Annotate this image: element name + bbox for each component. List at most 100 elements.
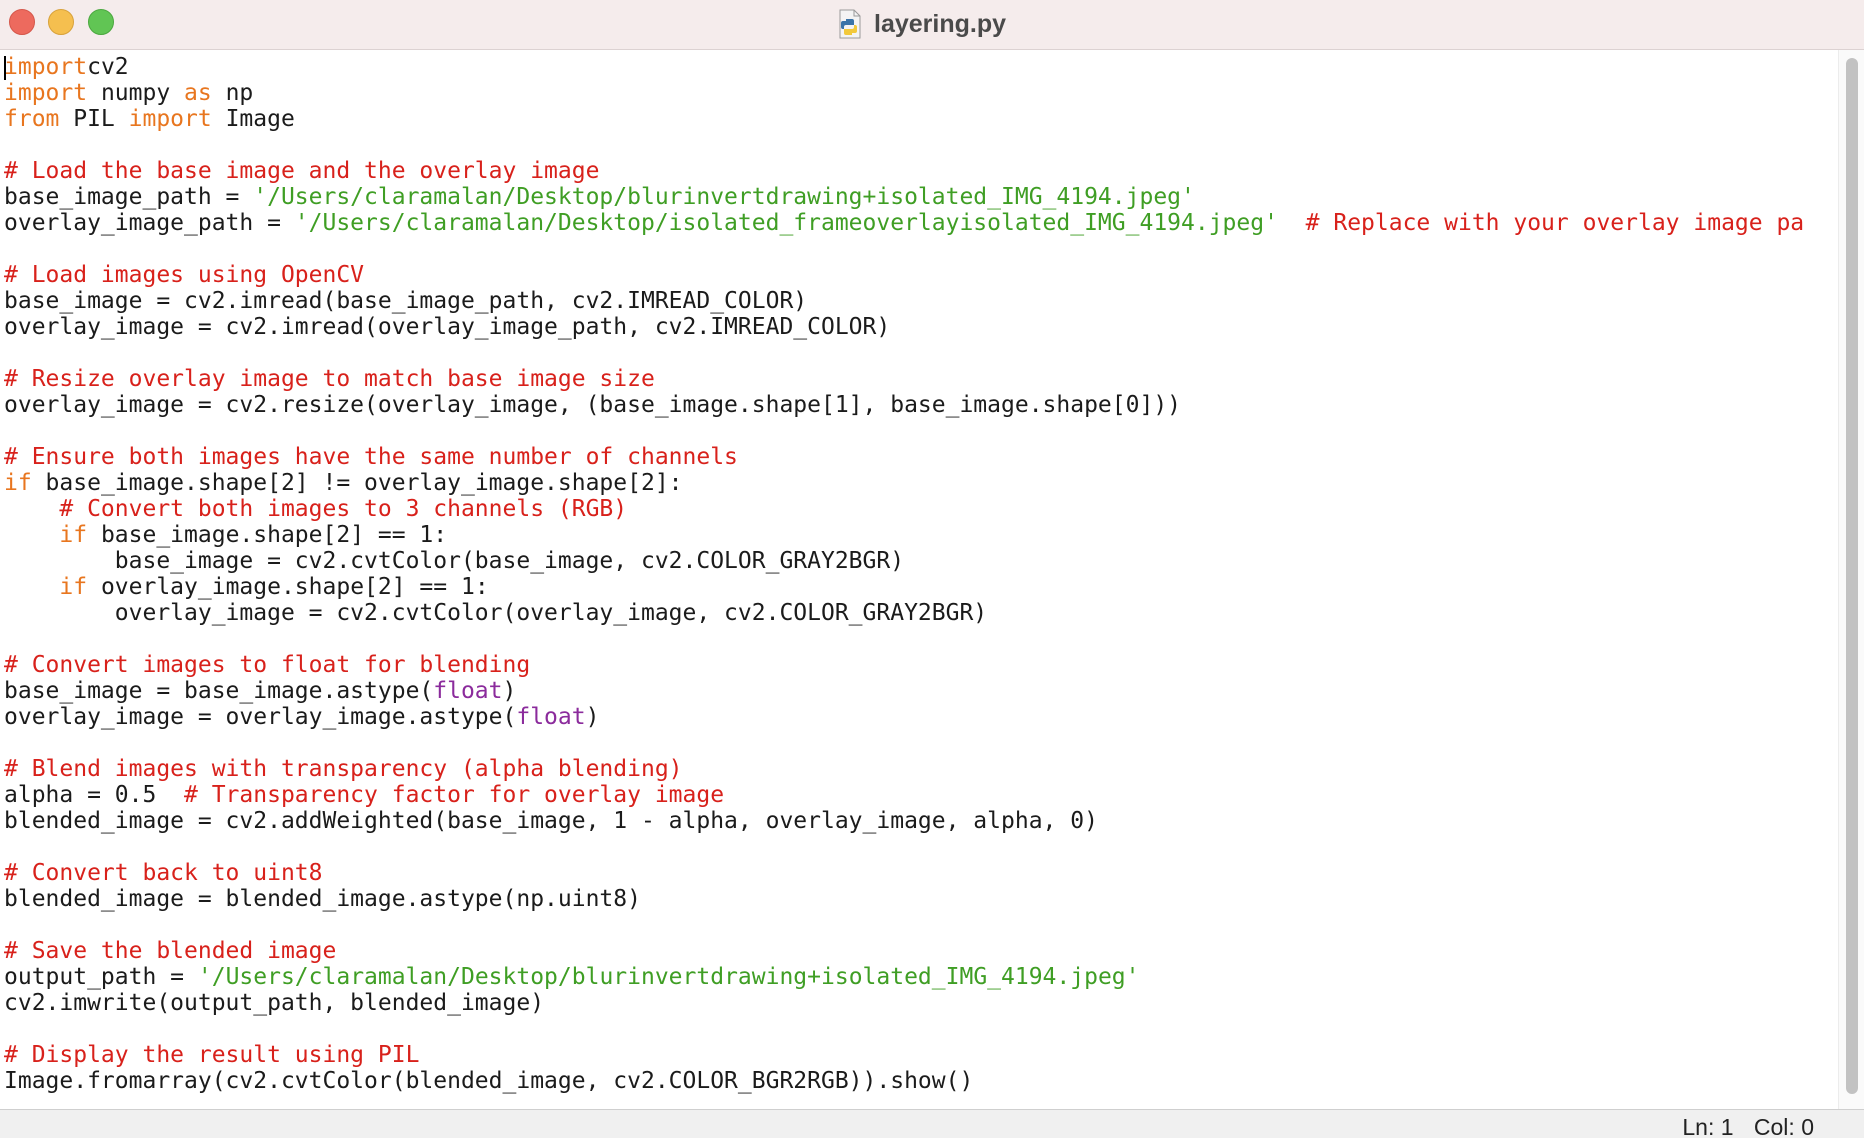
code-line[interactable]: alpha = 0.5 # Transparency factor for ov… — [4, 782, 1804, 808]
code-token: cv2.imwrite(output_path, blended_image) — [4, 990, 545, 1016]
code-line[interactable] — [4, 132, 1804, 158]
python-file-icon — [839, 9, 861, 39]
code-token: if — [59, 522, 88, 548]
code-token: base_image_path = — [4, 184, 254, 210]
zoom-window-button[interactable] — [88, 9, 114, 35]
code-line[interactable]: base_image = base_image.astype(float) — [4, 678, 1804, 704]
code-token: PIL — [59, 106, 129, 132]
vertical-scrollbar[interactable] — [1838, 50, 1864, 1109]
code-line[interactable] — [4, 236, 1804, 262]
code-line[interactable]: output_path = '/Users/claramalan/Desktop… — [4, 964, 1804, 990]
line-number-status: Ln: 1 — [1682, 1114, 1734, 1138]
code-line[interactable]: base_image_path = '/Users/claramalan/Des… — [4, 184, 1804, 210]
code-token: # Blend images with transparency (alpha … — [4, 756, 683, 782]
minimize-window-button[interactable] — [48, 9, 74, 35]
code-line[interactable]: base_image = cv2.cvtColor(base_image, cv… — [4, 548, 1804, 574]
code-line[interactable]: # Convert images to float for blending — [4, 652, 1804, 678]
code-editor[interactable]: importcv2 import numpy as np from PIL impo… — [0, 50, 1838, 1109]
code-line[interactable]: # Save the blended image — [4, 938, 1804, 964]
window-title-group: layering.py — [838, 4, 1006, 44]
code-line[interactable]: base_image = cv2.imread(base_image_path,… — [4, 288, 1804, 314]
close-window-button[interactable] — [9, 9, 35, 35]
code-line[interactable]: # Ensure both images have the same numbe… — [4, 444, 1804, 470]
code-line[interactable]: blended_image = blended_image.astype(np.… — [4, 886, 1804, 912]
code-token: import — [4, 80, 88, 106]
code-token: as — [184, 80, 212, 106]
code-token: from — [4, 106, 60, 132]
code-token: float — [516, 704, 586, 730]
code-line[interactable]: blended_image = cv2.addWeighted(base_ima… — [4, 808, 1804, 834]
code-token: # Ensure both images have the same numbe… — [4, 444, 738, 470]
code-line[interactable]: overlay_image = overlay_image.astype(flo… — [4, 704, 1804, 730]
code-line[interactable]: # Load images using OpenCV — [4, 262, 1804, 288]
code-text[interactable]: importcv2 import numpy as np from PIL impo… — [4, 54, 1804, 1094]
code-token: ) — [585, 704, 600, 730]
code-token: import — [4, 54, 88, 80]
code-token: overlay_image_path = — [4, 210, 295, 236]
code-line[interactable]: # Load the base image and the overlay im… — [4, 158, 1804, 184]
code-token: # Convert images to float for blending — [4, 652, 531, 678]
code-line[interactable] — [4, 1016, 1804, 1042]
code-line[interactable]: # Blend images with transparency (alpha … — [4, 756, 1804, 782]
code-line[interactable]: # Convert both images to 3 channels (RGB… — [4, 496, 1804, 522]
code-line[interactable]: overlay_image_path = '/Users/claramalan/… — [4, 210, 1804, 236]
code-line[interactable]: overlay_image = cv2.cvtColor(overlay_ima… — [4, 600, 1804, 626]
code-line[interactable] — [4, 912, 1804, 938]
code-token: output_path = — [4, 964, 198, 990]
code-token: if — [59, 574, 88, 600]
code-token: blended_image = blended_image.astype(np.… — [4, 886, 641, 912]
code-line[interactable] — [4, 834, 1804, 860]
editor-window: layering.py importcv2 import numpy as np f… — [0, 0, 1864, 1138]
code-token: import — [128, 106, 212, 132]
code-line[interactable]: if base_image.shape[2] == 1: — [4, 522, 1804, 548]
code-line[interactable] — [4, 418, 1804, 444]
code-line[interactable]: Image.fromarray(cv2.cvtColor(blended_ima… — [4, 1068, 1804, 1094]
code-token: '/Users/claramalan/Desktop/blurinvertdra… — [253, 184, 1195, 210]
code-token: # Resize overlay image to match base ima… — [4, 366, 655, 392]
code-token: overlay_image = cv2.resize(overlay_image… — [4, 392, 1182, 418]
code-line[interactable]: from PIL import Image — [4, 106, 1804, 132]
code-line[interactable] — [4, 730, 1804, 756]
code-token: float — [433, 678, 503, 704]
code-token: '/Users/claramalan/Desktop/isolated_fram… — [294, 210, 1278, 236]
code-line[interactable]: overlay_image = cv2.resize(overlay_image… — [4, 392, 1804, 418]
text-cursor — [4, 56, 6, 80]
code-line[interactable]: # Display the result using PIL — [4, 1042, 1804, 1068]
code-token: # Load the base image and the overlay im… — [4, 158, 600, 184]
code-line[interactable]: cv2.imwrite(output_path, blended_image) — [4, 990, 1804, 1016]
code-line[interactable]: importcv2 — [4, 54, 1804, 80]
code-line[interactable]: if base_image.shape[2] != overlay_image.… — [4, 470, 1804, 496]
code-line[interactable]: if overlay_image.shape[2] == 1: — [4, 574, 1804, 600]
window-title: layering.py — [874, 9, 1006, 38]
code-token: # Load images using OpenCV — [4, 262, 365, 288]
code-line[interactable]: import numpy as np — [4, 80, 1804, 106]
code-token: alpha = 0.5 — [4, 782, 185, 808]
code-token: cv2 — [87, 54, 129, 80]
code-token: overlay_image = cv2.imread(overlay_image… — [4, 314, 891, 340]
code-line[interactable]: # Convert back to uint8 — [4, 860, 1804, 886]
column-number-status: Col: 0 — [1753, 1114, 1814, 1138]
code-token: # Display the result using PIL — [4, 1042, 420, 1068]
status-bar: Ln: 1 Col: 0 — [0, 1109, 1864, 1138]
code-token: overlay_image = overlay_image.astype( — [4, 704, 517, 730]
code-token: # Replace with your overlay image pa — [1305, 210, 1805, 236]
code-token: overlay_image.shape[2] == 1: — [87, 574, 489, 600]
title-bar[interactable]: layering.py — [0, 0, 1864, 50]
code-line[interactable]: overlay_image = cv2.imread(overlay_image… — [4, 314, 1804, 340]
code-token: base_image.shape[2] != overlay_image.sha… — [31, 470, 683, 496]
code-line[interactable]: # Resize overlay image to match base ima… — [4, 366, 1804, 392]
code-token: Image — [211, 106, 295, 132]
code-token: base_image = cv2.cvtColor(base_image, cv… — [4, 548, 905, 574]
code-line[interactable] — [4, 626, 1804, 652]
code-line[interactable] — [4, 340, 1804, 366]
code-token: # Convert both images to 3 channels (RGB… — [59, 496, 628, 522]
code-token: np — [211, 80, 254, 106]
code-token: # Transparency factor for overlay image — [184, 782, 725, 808]
scrollbar-thumb[interactable] — [1846, 58, 1858, 1094]
code-token: # Convert back to uint8 — [4, 860, 323, 886]
code-token: blended_image = cv2.addWeighted(base_ima… — [4, 808, 1098, 834]
